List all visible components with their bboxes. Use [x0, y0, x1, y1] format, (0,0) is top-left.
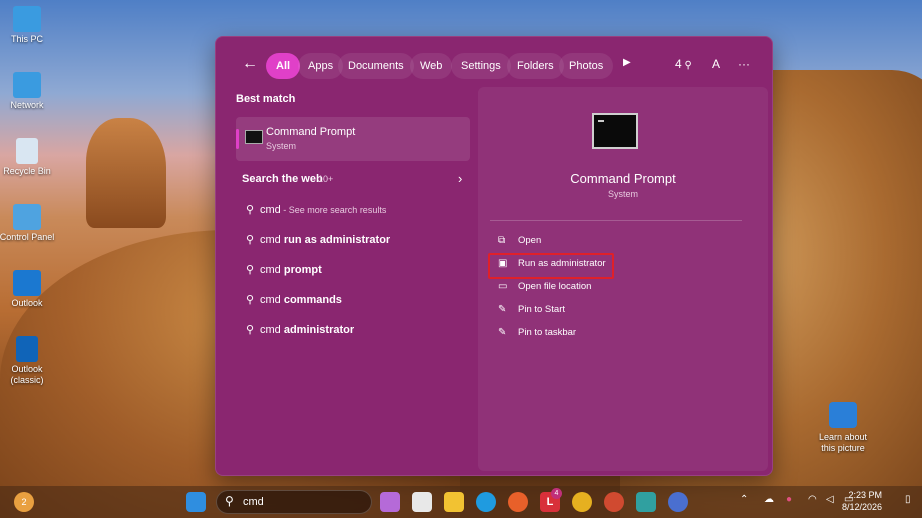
- best-match-item[interactable]: Command Prompt System: [236, 117, 470, 161]
- settings-app-icon[interactable]: [668, 492, 688, 512]
- wifi-icon[interactable]: ◠: [808, 494, 817, 505]
- desktop-icon-recycle-bin[interactable]: Recycle Bin: [0, 138, 57, 177]
- outlook-classic-icon: [16, 336, 38, 362]
- info-icon: [829, 402, 857, 428]
- filter-settings[interactable]: Settings: [451, 53, 511, 79]
- chevron-up-icon[interactable]: ⌃: [740, 494, 748, 505]
- more-options-icon[interactable]: ···: [738, 57, 750, 71]
- action-open-file-location[interactable]: ▭ Open file location: [498, 281, 591, 299]
- search-icon: ⚲: [246, 264, 255, 276]
- desktop-icon-outlook[interactable]: Outlook: [0, 270, 57, 309]
- file-explorer-icon[interactable]: [444, 492, 464, 512]
- widgets-icon[interactable]: 2: [14, 492, 34, 512]
- clock-time: 2:23 PM: [848, 490, 882, 500]
- rewards-count[interactable]: 4 ⚲: [675, 57, 692, 71]
- results-column: Best match Command Prompt System Search …: [236, 93, 476, 336]
- best-match-heading: Best match: [236, 93, 296, 105]
- cloud-icon[interactable]: ☁: [764, 494, 774, 505]
- pin-icon: ✎: [498, 304, 507, 315]
- edge-icon[interactable]: [476, 492, 496, 512]
- clock[interactable]: 2:23 PM 8/12/2026: [842, 489, 882, 513]
- account-avatar[interactable]: A: [712, 57, 720, 71]
- notification-badge: 4: [551, 488, 562, 499]
- filter-web[interactable]: Web: [410, 53, 453, 79]
- best-match-title: Command Prompt: [266, 126, 356, 138]
- detail-subtitle: System: [607, 189, 638, 199]
- desktop-icon-control-panel[interactable]: Control Panel: [0, 204, 57, 243]
- network-icon: [13, 72, 41, 98]
- chevron-right-icon[interactable]: ›: [458, 171, 462, 186]
- web-result-1[interactable]: ⚲ cmd - See more search results: [246, 203, 386, 219]
- search-icon: ⚲: [246, 294, 255, 306]
- control-panel-icon: [13, 204, 41, 230]
- action-run-as-administrator[interactable]: ▣ Run as administrator: [498, 258, 606, 276]
- start-button[interactable]: [186, 492, 206, 512]
- desktop-icon-network[interactable]: Network: [0, 72, 57, 111]
- filter-bar: ← All Apps Documents Web Settings Folder…: [216, 37, 772, 91]
- selection-indicator: [236, 129, 239, 149]
- search-icon: ⚲: [246, 324, 255, 336]
- web-result-5[interactable]: ⚲ cmd administrator: [246, 323, 354, 339]
- mic-icon[interactable]: ●: [786, 494, 792, 505]
- taskbar: 2 ⚲ cmd L 4 ⌃ ☁ ● ◠ ◁ ▭ 2:23 PM 8/12/202…: [0, 486, 922, 518]
- shield-icon: ▣: [498, 258, 508, 269]
- filter-folders[interactable]: Folders: [507, 53, 564, 79]
- clock-date: 8/12/2026: [841, 502, 882, 512]
- web-result-2[interactable]: ⚲ cmd run as administrator: [246, 233, 390, 249]
- filter-apps[interactable]: Apps: [298, 53, 344, 79]
- learn-about-picture[interactable]: Learn about this picture: [812, 402, 874, 454]
- chrome-icon[interactable]: [572, 492, 592, 512]
- action-pin-to-taskbar[interactable]: ✎ Pin to taskbar: [498, 327, 576, 345]
- recycle-bin-icon: [16, 138, 38, 164]
- search-icon: ⚲: [225, 494, 234, 508]
- firefox-icon[interactable]: [508, 492, 528, 512]
- detail-title: Command Prompt: [570, 171, 676, 186]
- volume-icon[interactable]: ◁: [826, 494, 834, 505]
- app-icon[interactable]: [636, 492, 656, 512]
- monitor-icon: [13, 6, 41, 32]
- web-result-3[interactable]: ⚲ cmd prompt: [246, 263, 322, 279]
- search-icon: ⚲: [246, 234, 255, 246]
- rewards-icon: ⚲: [681, 60, 692, 71]
- command-prompt-icon: [245, 130, 263, 144]
- detail-pane: Command Prompt System ⧉ Open ▣ Run as admi…: [478, 87, 768, 471]
- rock-formation: [86, 118, 166, 228]
- filter-photos[interactable]: Photos: [559, 53, 614, 79]
- desktop-icon-this-pc[interactable]: This PC: [0, 6, 57, 45]
- divider: [490, 220, 742, 221]
- command-prompt-large-icon: [592, 113, 638, 149]
- search-input[interactable]: cmd: [243, 496, 264, 508]
- copilot-icon[interactable]: [380, 492, 400, 512]
- store-icon[interactable]: [412, 492, 432, 512]
- taskbar-search[interactable]: ⚲ cmd: [216, 490, 372, 514]
- desktop-icon-outlook-classic[interactable]: Outlook (classic): [0, 336, 57, 386]
- web-result-4[interactable]: ⚲ cmd commands: [246, 293, 342, 309]
- outlook-icon: [13, 270, 41, 296]
- action-open[interactable]: ⧉ Open: [498, 235, 541, 253]
- play-icon[interactable]: ▶: [623, 57, 631, 68]
- search-web-heading: Search the web: [242, 173, 323, 185]
- folder-icon: ▭: [498, 281, 508, 292]
- notifications-icon[interactable]: ▯: [905, 494, 911, 505]
- open-icon: ⧉: [498, 235, 506, 246]
- web-results-count: 10+: [318, 174, 334, 184]
- filter-all[interactable]: All: [266, 53, 301, 79]
- back-arrow-icon[interactable]: ←: [242, 55, 258, 73]
- chrome-alt-icon[interactable]: [604, 492, 624, 512]
- pin-icon: ✎: [498, 327, 507, 338]
- search-icon: ⚲: [246, 204, 255, 216]
- action-pin-to-start[interactable]: ✎ Pin to Start: [498, 304, 565, 322]
- filter-documents[interactable]: Documents: [338, 53, 414, 79]
- search-panel: ← All Apps Documents Web Settings Folder…: [215, 36, 773, 476]
- best-match-subtitle: System: [266, 141, 297, 151]
